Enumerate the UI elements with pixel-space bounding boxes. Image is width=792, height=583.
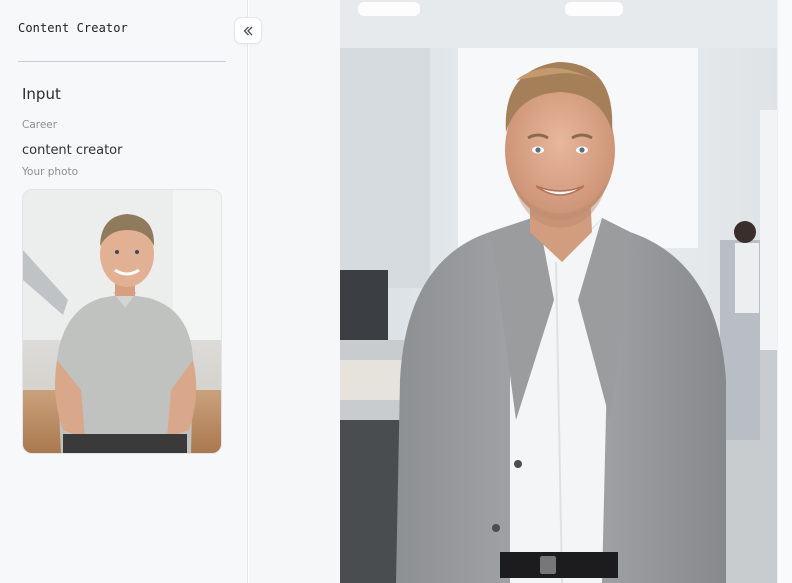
photo-label: Your photo — [22, 166, 79, 178]
sidebar: Content Creator Input Career content cre… — [0, 0, 248, 583]
career-value: content creator — [22, 143, 123, 158]
uploaded-photo-image — [23, 190, 221, 453]
scrollbar-track[interactable] — [777, 0, 792, 583]
career-label: Career — [22, 119, 58, 131]
uploaded-photo — [22, 189, 222, 454]
generated-portrait-image — [340, 0, 777, 583]
collapse-sidebar-button[interactable] — [234, 17, 262, 44]
app-title: Content Creator — [18, 21, 128, 35]
double-chevron-left-icon — [243, 26, 253, 35]
generated-portrait — [340, 0, 777, 583]
divider — [18, 61, 226, 62]
section-heading-input: Input — [22, 85, 61, 103]
